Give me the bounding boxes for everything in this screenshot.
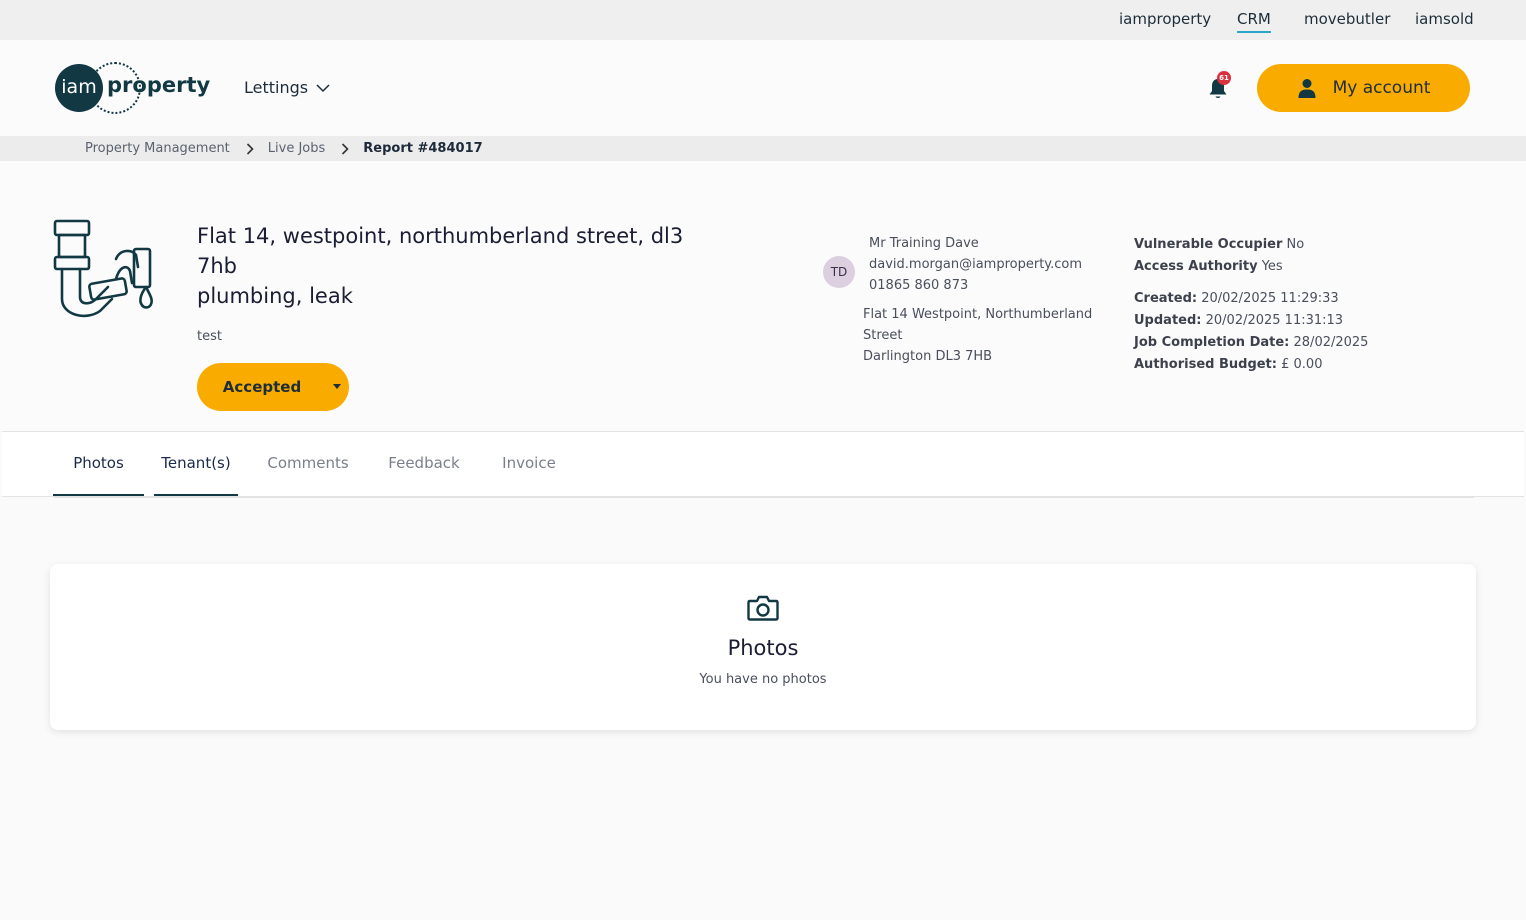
iamproperty-logo[interactable]: iam property [55, 62, 210, 114]
access-authority-row: Access Authority Yes [1134, 256, 1368, 278]
brand-link-iamsold[interactable]: iamsold [1415, 10, 1474, 28]
chevron-right-icon [246, 142, 254, 155]
address-line3: Darlington DL3 7HB [863, 349, 993, 364]
job-address-line1: Flat 14, westpoint, northumberland stree… [197, 224, 684, 248]
breadcrumb-property-management[interactable]: Property Management [85, 141, 230, 156]
brand-switcher-bar: iamproperty CRM movebutler iamsold [0, 0, 1526, 40]
contact-phone[interactable]: 01865 860 873 [869, 275, 1082, 296]
lettings-menu[interactable]: Lettings [244, 78, 330, 97]
chevron-down-icon [316, 83, 330, 92]
photos-card-title: Photos [727, 636, 799, 660]
job-meta: Vulnerable Occupier No Access Authority … [1134, 234, 1368, 376]
created-row: Created: 20/02/2025 11:29:33 [1134, 288, 1368, 310]
brand-link-crm[interactable]: CRM [1237, 10, 1271, 33]
vulnerable-occupier-value: No [1286, 237, 1305, 252]
budget-row: Authorised Budget: £ 0.00 [1134, 354, 1368, 376]
caret-down-icon[interactable] [333, 384, 341, 389]
address-line1: Flat 14 Westpoint, Northumberland [863, 307, 1093, 322]
contact-email[interactable]: david.morgan@iamproperty.com [869, 254, 1082, 275]
access-authority-value: Yes [1261, 259, 1283, 274]
photos-card: Photos You have no photos [50, 564, 1476, 730]
tab-comments[interactable]: Comments [264, 432, 352, 496]
tab-feedback[interactable]: Feedback [383, 432, 465, 496]
status-dropdown-button[interactable]: Accepted [197, 363, 349, 411]
logo-text: property [107, 73, 211, 97]
access-authority-label: Access Authority [1134, 259, 1258, 274]
brand-link-movebutler[interactable]: movebutler [1304, 10, 1390, 28]
updated-label: Updated: [1134, 313, 1202, 328]
completion-date-label: Job Completion Date: [1134, 335, 1290, 350]
breadcrumb-current-report: Report #484017 [363, 141, 483, 156]
photos-empty-message: You have no photos [699, 672, 827, 687]
breadcrumb-live-jobs[interactable]: Live Jobs [268, 141, 326, 156]
contact-details: Mr Training Dave david.morgan@iampropert… [869, 233, 1082, 296]
brand-link-iamproperty[interactable]: iamproperty [1119, 10, 1211, 28]
contact-name: Mr Training Dave [869, 236, 979, 251]
notification-badge: 61 [1217, 71, 1231, 85]
vulnerable-occupier-row: Vulnerable Occupier No [1134, 234, 1368, 256]
budget-value: £ 0.00 [1281, 357, 1323, 372]
my-account-label: My account [1332, 78, 1431, 98]
camera-icon [747, 595, 779, 621]
tab-invoice[interactable]: Invoice [496, 432, 562, 496]
job-category: plumbing, leak [197, 284, 353, 308]
tabs-divider [54, 496, 1474, 498]
address-line2: Street [863, 328, 903, 343]
breadcrumb: Property Management Live Jobs Report #48… [0, 136, 1526, 161]
property-address: Flat 14 Westpoint, Northumberland Street… [863, 304, 1103, 367]
completion-date-value: 28/02/2025 [1293, 335, 1369, 350]
job-summary: Flat 14, westpoint, northumberland stree… [0, 161, 1526, 431]
tabs-bar: Photos Tenant(s) Comments Feedback Invoi… [2, 431, 1524, 498]
updated-row: Updated: 20/02/2025 11:31:13 [1134, 310, 1368, 332]
user-icon [1298, 79, 1316, 98]
tab-photos[interactable]: Photos [53, 432, 144, 496]
lettings-label: Lettings [244, 78, 309, 97]
vulnerable-occupier-label: Vulnerable Occupier [1134, 237, 1283, 252]
plumbing-icon [53, 219, 153, 318]
updated-value: 20/02/2025 11:31:13 [1205, 313, 1344, 328]
completion-date-row: Job Completion Date: 28/02/2025 [1134, 332, 1368, 354]
budget-label: Authorised Budget: [1134, 357, 1277, 372]
job-description: test [197, 329, 222, 344]
created-value: 20/02/2025 11:29:33 [1201, 291, 1339, 306]
my-account-button[interactable]: My account [1257, 64, 1470, 112]
chevron-right-icon [342, 142, 349, 155]
job-address-line2: 7hb [197, 254, 238, 278]
tab-tenants[interactable]: Tenant(s) [154, 432, 238, 496]
avatar: TD [823, 256, 855, 288]
logo-circle: iam [55, 64, 103, 112]
job-title: Flat 14, westpoint, northumberland stree… [197, 221, 697, 311]
created-label: Created: [1134, 291, 1198, 306]
